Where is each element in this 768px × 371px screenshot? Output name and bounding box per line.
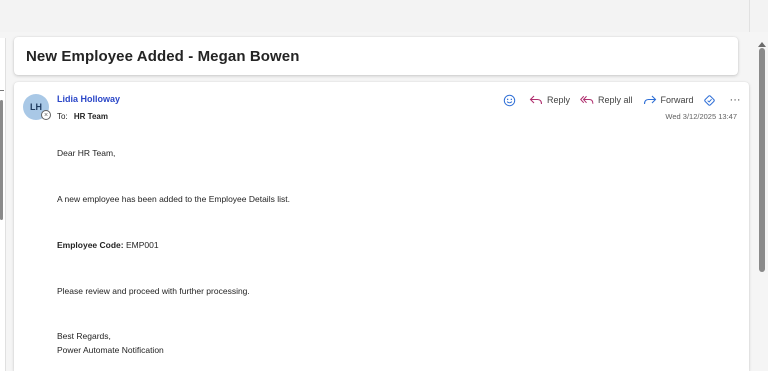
scroll-up-icon[interactable] <box>758 42 766 47</box>
sent-timestamp: Wed 3/12/2025 13:47 <box>665 112 737 121</box>
list-edge-tick <box>0 90 4 94</box>
body-greeting: Dear HR Team, <box>57 148 116 158</box>
forward-button[interactable]: Forward <box>643 93 694 107</box>
scrollbar-thumb[interactable] <box>759 48 765 272</box>
email-subject: New Employee Added - Megan Bowen <box>26 48 300 65</box>
recipient-line: To: HR Team <box>57 112 108 121</box>
recipient-name[interactable]: HR Team <box>74 112 108 121</box>
reply-arrow-icon <box>529 93 543 107</box>
smiley-icon <box>502 93 516 107</box>
forward-label: Forward <box>660 95 694 105</box>
presence-offline-icon: × <box>41 110 51 120</box>
employee-code-line: Employee Code: EMP001 <box>57 240 159 250</box>
sign-off: Best Regards, <box>57 331 111 341</box>
more-options-icon[interactable]: ··· <box>730 94 741 106</box>
employee-code-value: EMP001 <box>125 240 159 250</box>
reply-button[interactable]: Reply <box>529 93 570 107</box>
body-line: Please review and proceed with further p… <box>57 286 250 296</box>
employee-code-label: Employee Code: <box>57 240 124 250</box>
reply-all-button[interactable]: Reply all <box>580 93 633 107</box>
signature: Power Automate Notification <box>57 345 164 355</box>
reply-all-arrow-icon <box>580 93 594 107</box>
message-actions: Reply Reply all Forward ··· <box>502 92 741 108</box>
reading-pane-scrollbar[interactable] <box>756 38 768 371</box>
share-to-teams-icon <box>703 93 717 107</box>
toolbar-divider <box>749 0 750 32</box>
message-list-scrollbar[interactable] <box>0 100 3 220</box>
share-to-teams-button[interactable] <box>703 93 721 107</box>
reply-label: Reply <box>547 95 571 105</box>
sender-name[interactable]: Lidia Holloway <box>57 94 120 104</box>
react-button[interactable] <box>502 93 520 107</box>
body-line: A new employee has been added to the Emp… <box>57 194 290 204</box>
to-label: To: <box>57 112 68 121</box>
top-toolbar-area <box>0 0 768 32</box>
message-reading-pane: LH × Lidia Holloway To: HR Team Reply Re… <box>14 82 749 371</box>
forward-arrow-icon <box>643 93 657 107</box>
reply-all-label: Reply all <box>598 95 633 105</box>
message-list-edge <box>0 38 6 371</box>
subject-header: New Employee Added - Megan Bowen <box>14 37 738 75</box>
